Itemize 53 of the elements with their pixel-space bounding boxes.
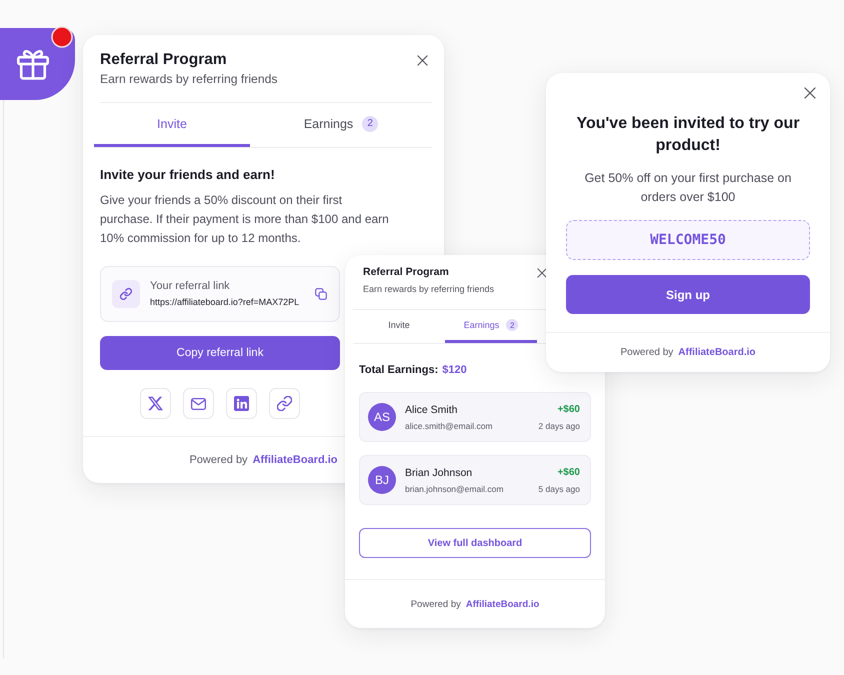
promo-code: WELCOME50 [566,220,810,260]
powered-by-text: Powered by [620,347,674,358]
referral-time: 2 days ago [538,420,580,432]
link-label: Your referral link [150,279,230,294]
link-icon [112,280,140,308]
referral-email: brian.johnson@email.com [405,482,504,494]
copy-icon[interactable] [315,288,327,300]
gift-button[interactable] [0,28,75,100]
powered-by-text: Powered by [189,454,248,466]
panel-title: Referral Program [100,50,228,70]
section-heading: Invite your friends and earn! [100,166,275,184]
reward-amount: +$60 [557,402,580,416]
brand-link[interactable]: AffiliateBoard.io [678,347,756,358]
tab[interactable]: Earnings 2 [445,310,537,343]
share-button[interactable] [183,388,214,419]
popup-description: Get 50% off on your first purchase on orders over $100 [584,170,792,206]
count-badge: 2 [362,116,378,132]
close-icon[interactable] [804,87,816,99]
referral-name: Brian Johnson [405,466,472,480]
reward-amount: +$60 [557,466,580,480]
brand-link[interactable]: AffiliateBoard.io [252,454,338,466]
copy-link-button[interactable]: Copy referral link [100,336,340,370]
tab[interactable]: Invite [94,103,250,147]
close-icon[interactable] [537,268,547,278]
linkedin-icon [234,396,249,411]
panel-subtitle: Earn rewards by referring friends [100,71,278,88]
total-label: Total Earnings: [359,363,438,378]
referral-time: 5 days ago [538,482,580,494]
referral-url: https://affiliateboard.io?ref=MAX72PL [150,296,300,309]
referral-email: alice.smith@email.com [405,420,493,432]
gift-icon [16,48,48,80]
email-icon [191,398,206,410]
share-button[interactable] [140,388,171,419]
link-icon [277,396,292,411]
panel-subtitle: Earn rewards by referring friends [363,283,494,296]
count-badge: 2 [506,319,518,331]
x-logo-icon [148,396,163,411]
brand-link[interactable]: AffiliateBoard.io [466,598,540,610]
total-amount: $120 [442,363,467,378]
sign-up-button[interactable]: Sign up [566,275,810,314]
avatar: AS [368,403,396,431]
referral-name: Alice Smith [405,402,458,416]
avatar: BJ [368,466,396,494]
description-text: Give your friends a 50% discount on their first purchase. If their payment is more than $100 and earn 10% commission for up to 12 months. [100,192,390,247]
panel-title: Referral Program [363,265,450,280]
share-button[interactable] [226,388,257,419]
powered-by-text: Powered by [410,598,461,610]
share-button[interactable] [269,388,300,419]
dashboard-button[interactable]: View full dashboard [359,528,591,558]
popup-title: You've been invited to try our product! [575,114,801,156]
close-icon[interactable] [417,55,428,66]
tab[interactable]: Invite [353,310,445,343]
tab[interactable]: Earnings 2 [250,103,432,147]
